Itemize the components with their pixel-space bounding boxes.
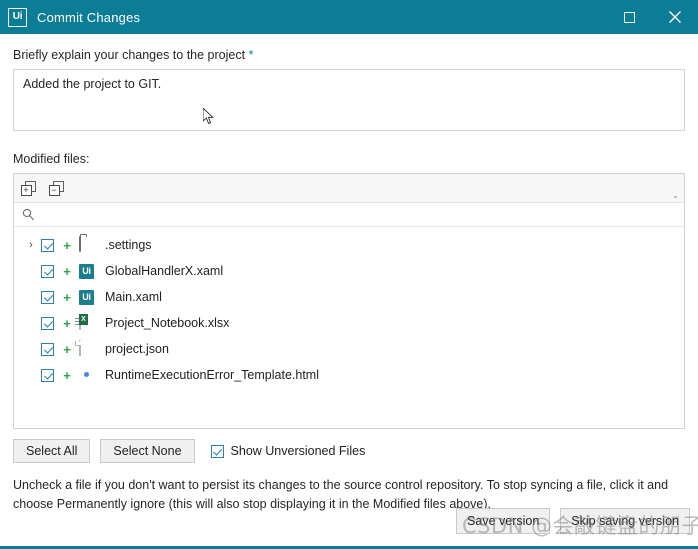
expand-all-icon: + <box>20 180 36 196</box>
commit-message-value: Added the project to GIT. <box>23 77 162 91</box>
expand-all-button[interactable]: + <box>14 175 42 201</box>
uipath-xaml-icon: Ui <box>79 289 96 306</box>
window-controls <box>606 0 698 34</box>
commit-message-label: Briefly explain your changes to the proj… <box>13 48 685 62</box>
required-marker: * <box>248 48 254 62</box>
close-button[interactable] <box>652 0 698 34</box>
expand-all-glyph: + <box>20 184 32 196</box>
file-name: GlobalHandlerX.xaml <box>105 264 224 278</box>
maximize-button[interactable] <box>606 0 652 34</box>
uipath-xaml-icon: Ui <box>79 263 96 280</box>
status-badge: + <box>63 237 71 253</box>
file-checkbox[interactable] <box>41 290 54 304</box>
search-icon <box>22 208 35 221</box>
file-tree: › + .settings + Ui GlobalHandlerX.xaml +… <box>14 227 684 428</box>
modified-files-label: Modified files: <box>13 152 90 166</box>
close-icon <box>669 11 681 23</box>
toolbar-overflow-chevron-down-icon[interactable]: ⌄ <box>672 192 679 200</box>
show-unversioned-files-label: Show Unversioned Files <box>230 444 366 459</box>
show-unversioned-files-checkbox[interactable]: Show Unversioned Files <box>210 444 366 459</box>
table-row[interactable]: + Ui GlobalHandlerX.xaml <box>14 258 684 284</box>
file-name: .settings <box>105 238 152 252</box>
status-badge: + <box>63 341 71 357</box>
table-row[interactable]: › + .settings <box>14 232 684 258</box>
window-title: Commit Changes <box>37 9 141 25</box>
file-name: RuntimeExecutionError_Template.html <box>105 368 319 382</box>
status-badge: + <box>63 289 71 305</box>
chevron-right-icon[interactable]: › <box>24 239 38 251</box>
file-checkbox[interactable] <box>41 238 54 252</box>
select-all-button[interactable]: Select All <box>13 439 91 464</box>
dialog-footer: Save version Skip saving version <box>456 507 690 534</box>
dialog-body: Briefly explain your changes to the proj… <box>0 48 698 514</box>
tree-search-row[interactable] <box>14 203 684 227</box>
file-checkbox[interactable] <box>41 368 54 382</box>
table-row[interactable]: + Ui Main.xaml <box>14 284 684 310</box>
table-row[interactable]: + RuntimeExecutionError_Template.html <box>14 362 684 388</box>
title-bar: Ui Commit Changes <box>0 0 698 34</box>
save-version-button[interactable]: Save version <box>456 507 551 534</box>
file-checkbox[interactable] <box>41 264 54 278</box>
skip-saving-version-button[interactable]: Skip saving version <box>560 507 690 534</box>
search-input[interactable] <box>35 206 684 223</box>
modified-files-panel: + − ⌄ › + .settings + Ui GlobalHandlerX.… <box>13 173 685 429</box>
chrome-icon <box>79 367 96 384</box>
uipath-logo-icon: Ui <box>8 7 27 27</box>
file-checkbox[interactable] <box>41 342 54 356</box>
select-none-button[interactable]: Select None <box>100 439 195 464</box>
commit-message-label-text: Briefly explain your changes to the proj… <box>13 48 246 62</box>
file-checkbox[interactable] <box>41 316 54 330</box>
collapse-all-glyph: − <box>48 184 60 196</box>
file-name: project.json <box>105 342 169 356</box>
file-name: Project_Notebook.xlsx <box>105 316 230 330</box>
table-row[interactable]: + Project_Notebook.xlsx <box>14 310 684 336</box>
show-unversioned-files-box[interactable] <box>210 444 224 458</box>
collapse-all-button[interactable]: − <box>42 175 70 201</box>
status-badge: + <box>63 367 71 383</box>
file-name: Main.xaml <box>105 290 162 304</box>
collapse-all-icon: − <box>48 180 64 196</box>
table-row[interactable]: + project.json <box>14 336 684 362</box>
selection-controls: Select All Select None Show Unversioned … <box>13 439 685 464</box>
tree-toolbar: + − ⌄ <box>14 174 684 203</box>
excel-icon <box>79 313 96 332</box>
status-badge: + <box>63 263 71 279</box>
maximize-icon <box>623 11 635 23</box>
folder-icon <box>79 235 96 254</box>
status-badge: + <box>63 315 71 331</box>
commit-message-input[interactable]: Added the project to GIT. <box>13 69 685 131</box>
document-icon <box>79 339 96 358</box>
